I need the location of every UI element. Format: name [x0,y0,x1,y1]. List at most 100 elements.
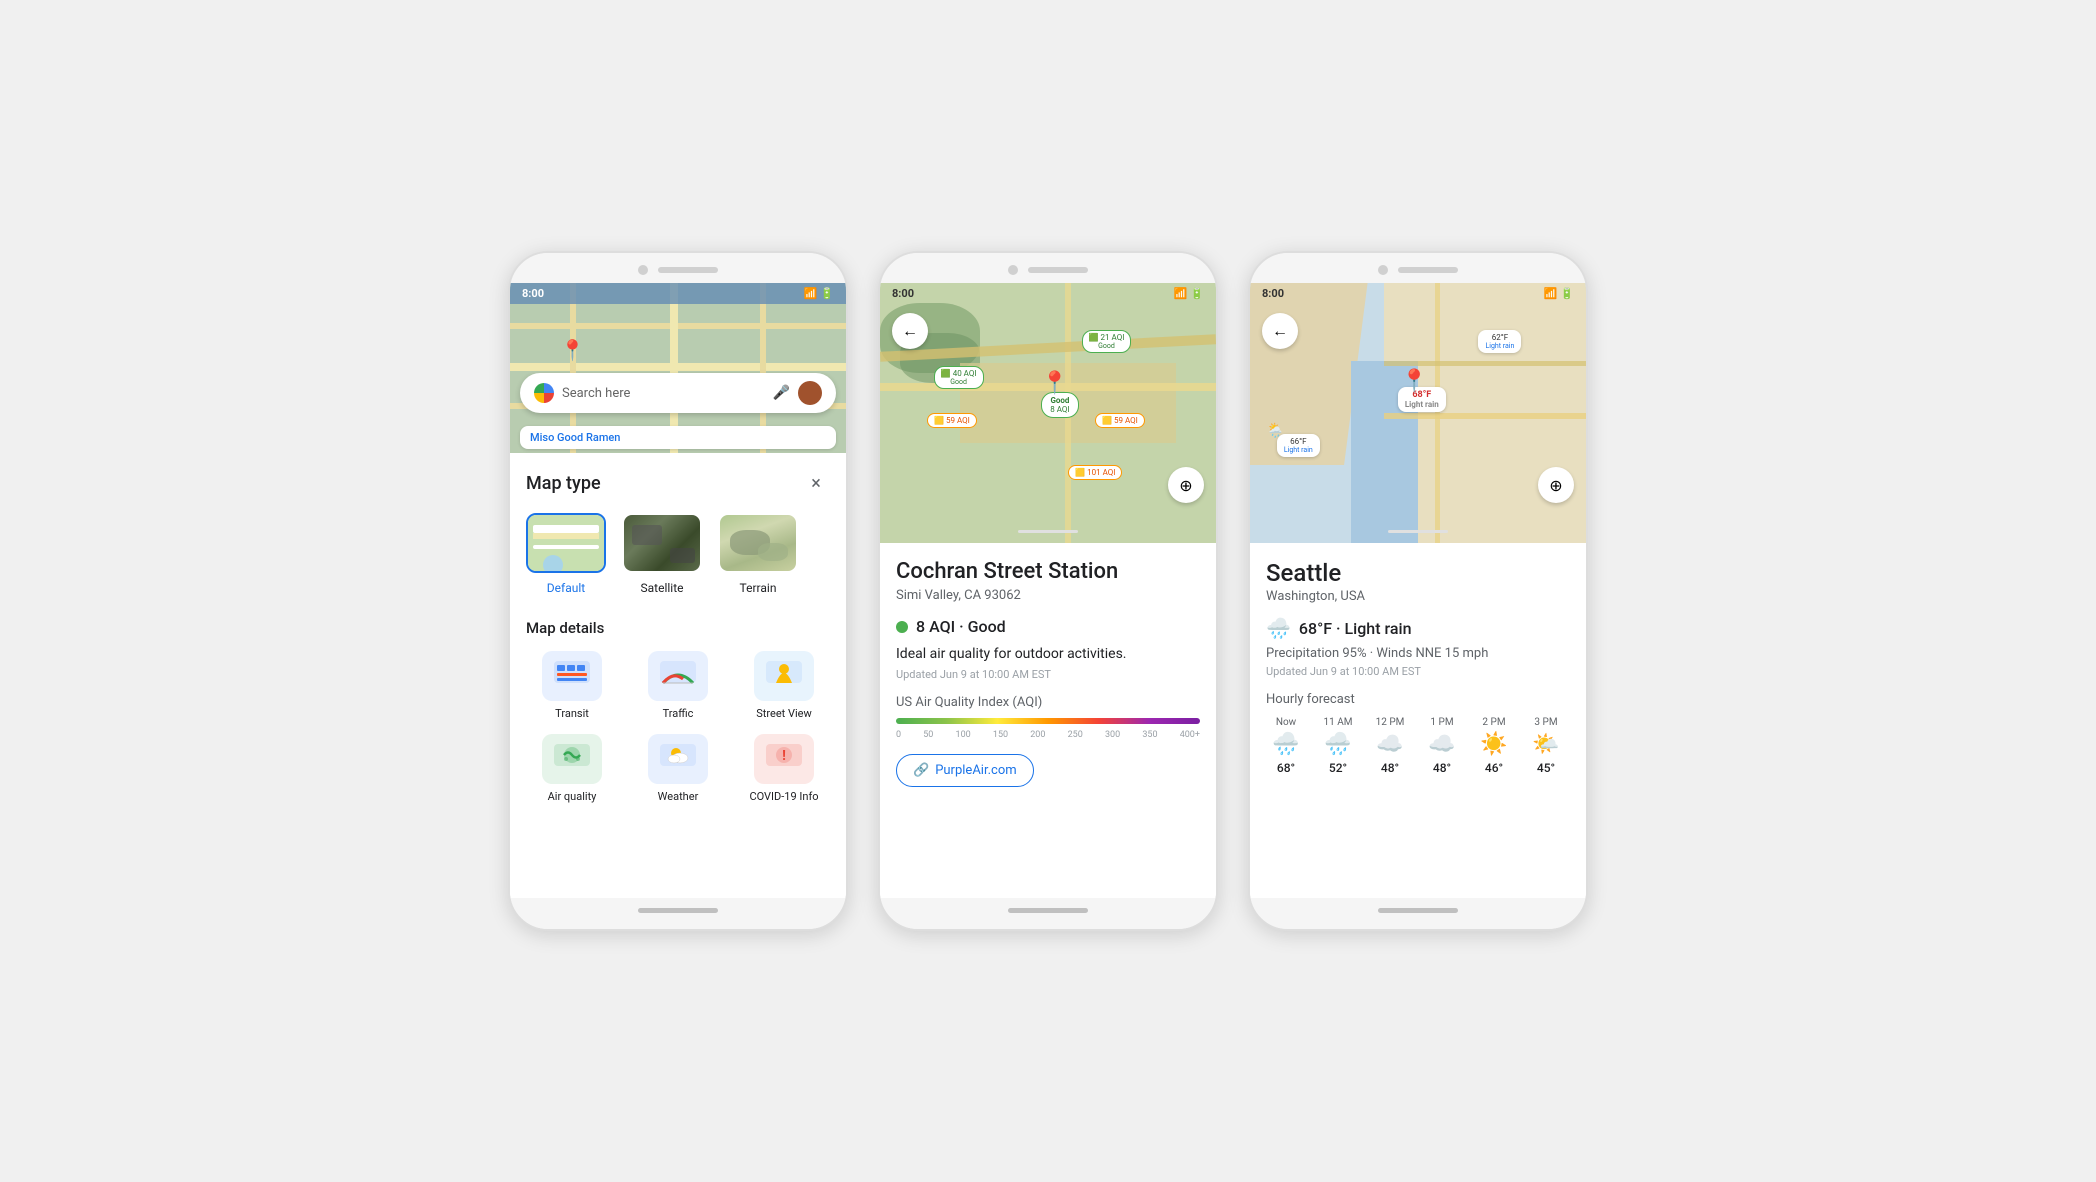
transit-icon [542,651,602,701]
search-bar[interactable]: Search here 🎤 [520,373,836,413]
scale-100: 100 [956,730,971,740]
user-avatar[interactable] [798,381,822,405]
map-type-panel: Map type × Def [510,453,846,898]
weather-map: 68°F Light rain 62°F Light rain 66°F Lig… [1250,283,1586,543]
home-bar-1 [638,908,718,913]
hour-label-3: 1 PM [1430,717,1453,728]
miso-ramen-bar[interactable]: Miso Good Ramen [520,426,836,449]
details-section-title: Map details [526,619,830,637]
aqi-badge-3: 🟨 59 AQI [927,413,977,428]
location-button-2[interactable]: ⊕ [1168,467,1204,503]
default-label: Default [547,581,585,595]
hour-temp-3: 48° [1433,761,1451,775]
default-preview [528,515,604,571]
purpleair-button[interactable]: 🔗 PurpleAir.com [896,754,1034,787]
back-button-2[interactable]: ← [892,313,928,349]
streetview-label: Street View [756,707,812,720]
hour-icon-4: ☀️ [1480,732,1507,757]
satellite-thumb [622,513,702,573]
home-bar-2 [1008,908,1088,913]
location-pin-3: 📍 [1401,369,1428,394]
map-type-default[interactable]: Default [526,513,606,595]
phone-1: 8:00 📶 🔋 📍 Search here 🎤 Mi [508,251,848,931]
aqi-value-text: 8 AQI · Good [916,617,1006,636]
station-name: Cochran Street Station [896,559,1200,584]
status-icons: 📶 🔋 [804,287,834,300]
svg-text:!: ! [782,748,786,764]
air-quality-map: 🟩 21 AQIGood 🟩 40 AQIGood 🟨 59 AQI 🟨 59 … [880,283,1216,543]
search-placeholder: Search here [562,386,765,401]
streetview-icon [754,651,814,701]
hour-label-0: Now [1276,717,1296,728]
hour-icon-2: ☁️ [1376,732,1403,757]
satellite-label: Satellite [641,581,684,595]
weather-badge-2: 62°F Light rain [1478,330,1521,353]
panel-header: Map type × [526,469,830,497]
weather-label: Weather [658,790,699,803]
phone-1-top [510,253,846,283]
aqi-scale: 0 50 100 150 200 250 300 350 400+ [896,730,1200,740]
scale-350: 350 [1142,730,1157,740]
city-name: Seattle [1266,559,1570,587]
aqi-dot [896,621,908,633]
weather-panel: Seattle Washington, USA 🌧️ 68°F · Light … [1250,543,1586,898]
aqi-status-row: 8 AQI · Good [896,617,1200,636]
phone-2: 🟩 21 AQIGood 🟩 40 AQIGood 🟨 59 AQI 🟨 59 … [878,251,1218,931]
signal-icon-2: 📶 [1174,287,1188,300]
time-3: 8:00 [1262,287,1284,300]
scale-250: 250 [1068,730,1083,740]
hourly-item-2: 12 PM ☁️ 48° [1370,717,1410,775]
weather-precip: Precipitation 95% · Winds NNE 15 mph [1266,646,1570,661]
detail-covid[interactable]: ! COVID-19 Info [738,734,830,803]
back-button-3[interactable]: ← [1262,313,1298,349]
detail-transit[interactable]: Transit [526,651,618,720]
close-button[interactable]: × [802,469,830,497]
map-type-terrain[interactable]: Terrain [718,513,798,595]
scale-150: 150 [993,730,1008,740]
detail-streetview[interactable]: Street View [738,651,830,720]
scale-300: 300 [1105,730,1120,740]
hour-label-4: 2 PM [1482,717,1505,728]
scale-50: 50 [923,730,933,740]
phone-3-top [1250,253,1586,283]
scale-0: 0 [896,730,901,740]
default-thumb [526,513,606,573]
hourly-item-1: 11 AM 🌧️ 52° [1318,717,1358,775]
aqi-badge-4: 🟨 59 AQI [1095,413,1145,428]
terrain-label: Terrain [740,581,777,595]
battery-icon: 🔋 [820,287,834,300]
map-background: 8:00 📶 🔋 📍 Search here 🎤 Mi [510,283,846,453]
detail-traffic[interactable]: Traffic [632,651,724,720]
status-bar-2: 8:00 📶 🔋 [880,283,1216,304]
hourly-item-4: 2 PM ☀️ 46° [1474,717,1514,775]
phone-3-screen: 68°F Light rain 62°F Light rain 66°F Lig… [1250,283,1586,898]
hourly-item-5: 3 PM 🌤️ 45° [1526,717,1566,775]
aqi-updated: Updated Jun 9 at 10:00 AM EST [896,668,1200,681]
phone-3: 68°F Light rain 62°F Light rain 66°F Lig… [1248,251,1588,931]
traffic-icon [648,651,708,701]
detail-weather[interactable]: Weather [632,734,724,803]
phone-2-top [880,253,1216,283]
hour-temp-5: 45° [1537,761,1555,775]
covid-label: COVID-19 Info [749,790,818,803]
camera-dot-3 [1378,265,1388,275]
battery-icon-2: 🔋 [1190,287,1204,300]
speaker-grille [658,267,718,273]
time-2: 8:00 [892,287,914,300]
google-logo [534,383,554,403]
location-button-3[interactable]: ⊕ [1538,467,1574,503]
map-type-satellite[interactable]: Satellite [622,513,702,595]
hour-label-2: 12 PM [1376,717,1405,728]
phone-1-screen: 8:00 📶 🔋 📍 Search here 🎤 Mi [510,283,846,898]
hour-temp-1: 52° [1329,761,1347,775]
drag-handle-2 [1018,530,1078,533]
detail-airquality[interactable]: Air quality [526,734,618,803]
aqi-badge-5: 🟨 101 AQI [1068,465,1122,480]
aqi-badge-2: 🟩 40 AQIGood [934,366,984,389]
weather-detail-icon [648,734,708,784]
status-bar-1: 8:00 📶 🔋 [510,283,846,304]
phone-3-bottom [1250,898,1586,929]
phone-1-bottom [510,898,846,929]
mic-icon[interactable]: 🎤 [773,385,790,401]
phones-container: 8:00 📶 🔋 📍 Search here 🎤 Mi [508,251,1588,931]
